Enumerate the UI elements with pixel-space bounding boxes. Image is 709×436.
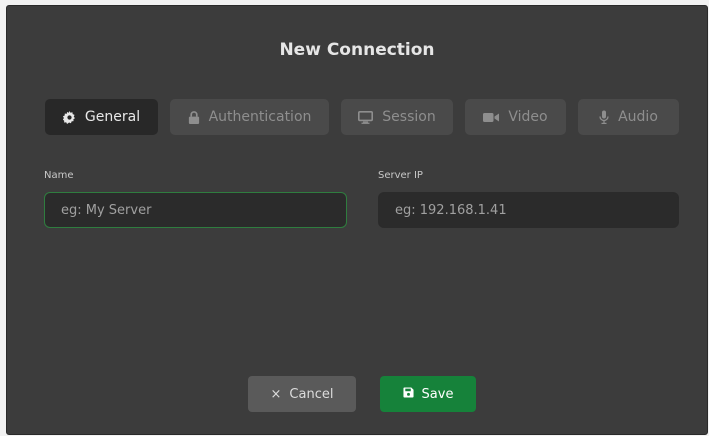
name-field[interactable] (44, 192, 347, 228)
tab-audio[interactable]: Audio (578, 99, 679, 135)
tab-label: Authentication (208, 109, 312, 125)
video-camera-icon (483, 112, 500, 123)
save-button[interactable]: Save (380, 376, 476, 412)
new-connection-dialog: New Connection General Authentication Se… (6, 5, 708, 435)
gear-icon (62, 110, 76, 124)
tab-label: General (84, 109, 141, 125)
name-label: Name (44, 170, 74, 181)
tab-session[interactable]: Session (341, 99, 453, 135)
tab-authentication[interactable]: Authentication (170, 99, 329, 135)
dialog-title: New Connection (279, 40, 435, 60)
tab-label: Video (508, 109, 548, 125)
tab-label: Audio (618, 109, 658, 125)
tab-label: Session (382, 109, 436, 125)
cancel-button[interactable]: × Cancel (248, 376, 356, 412)
floppy-disk-icon (402, 386, 414, 402)
close-icon: × (270, 386, 282, 402)
server-ip-field[interactable] (378, 192, 679, 228)
tab-video[interactable]: Video (465, 99, 566, 135)
save-label: Save (421, 386, 454, 402)
lock-icon (188, 110, 200, 124)
monitor-icon (358, 110, 374, 124)
microphone-icon (599, 110, 609, 124)
server-ip-label: Server IP (378, 170, 423, 181)
cancel-label: Cancel (289, 386, 334, 402)
tab-general[interactable]: General (45, 99, 158, 135)
